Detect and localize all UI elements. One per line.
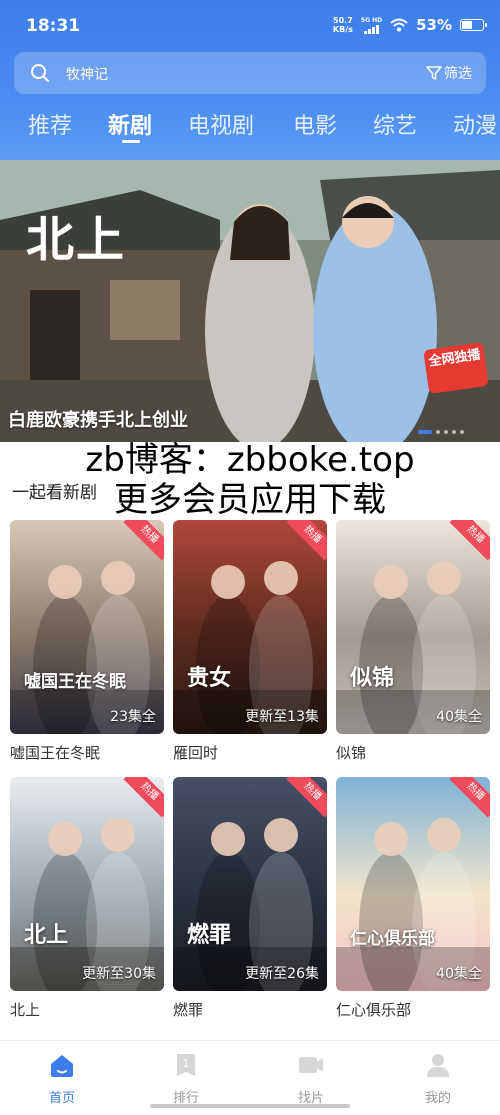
drama-poster[interactable]: 仁心俱乐部 热播 40集全: [336, 777, 490, 991]
tab-tv-series[interactable]: 电视剧: [188, 108, 254, 140]
wifi-icon: [390, 18, 408, 32]
exclusive-badge: 全网独播: [423, 342, 489, 394]
drama-poster[interactable]: 嘘国王在冬眠 热播 23集全: [10, 520, 164, 734]
episode-count: 更新至13集: [245, 709, 319, 725]
battery-icon: [460, 19, 487, 31]
poster-artwork: [173, 777, 327, 991]
banner-dot: [444, 430, 448, 434]
nav-home[interactable]: 首页: [27, 1051, 97, 1106]
search-bar[interactable]: 牧神记 筛选: [14, 52, 486, 94]
search-icon: [31, 64, 49, 82]
poster-artwork: [336, 777, 490, 991]
nav-discover[interactable]: 找片: [276, 1051, 346, 1106]
poster-title-art: 嘘国王在冬眠: [24, 672, 126, 692]
network-speed-value: 50.7: [333, 16, 353, 25]
tab-movies[interactable]: 电影: [293, 108, 337, 140]
nav-ranking[interactable]: 1 排行: [151, 1051, 221, 1106]
episode-count: 更新至26集: [245, 966, 319, 982]
profile-icon: [427, 1054, 449, 1077]
tab-recommend[interactable]: 推荐: [28, 108, 72, 140]
drama-card[interactable]: 燃罪 热播 更新至26集 燃罪: [173, 777, 327, 1020]
drama-poster[interactable]: 北上 热播 更新至30集: [10, 777, 164, 991]
drama-poster[interactable]: 燃罪 热播 更新至26集: [173, 777, 327, 991]
drama-poster[interactable]: 贵女 热播 更新至13集: [173, 520, 327, 734]
drama-title[interactable]: 似锦: [336, 742, 490, 763]
banner-dot: [418, 430, 432, 434]
search-placeholder[interactable]: 牧神记: [66, 64, 108, 84]
drama-title[interactable]: 北上: [10, 999, 164, 1020]
status-bar: 18:31 50.7 KB/s 5G HD 53%: [0, 0, 500, 44]
drama-card[interactable]: 贵女 热播 更新至13集雁回时: [173, 520, 327, 763]
battery-percent: 53%: [416, 16, 452, 34]
status-time: 18:31: [26, 16, 81, 36]
poster-title-art: 仁心俱乐部: [350, 929, 435, 949]
header-area: 18:31 50.7 KB/s 5G HD 53% 牧神记 筛选 推荐 新剧 电…: [0, 0, 500, 160]
drama-title[interactable]: 嘘国王在冬眠: [10, 742, 164, 763]
nav-profile[interactable]: 我的: [403, 1051, 473, 1106]
status-indicators: 50.7 KB/s 5G HD 53%: [333, 14, 487, 36]
filter-button[interactable]: 筛选: [426, 62, 472, 84]
drama-card[interactable]: 仁心俱乐部 热播 40集全 仁心俱乐部: [336, 777, 490, 1020]
featured-banner[interactable]: 北上 全网独播 白鹿欧豪携手北上创业: [0, 160, 500, 442]
network-speed: 50.7 KB/s: [333, 16, 353, 34]
banner-dot: [452, 430, 456, 434]
signal-label: 5G HD: [360, 16, 383, 24]
banner-dot: [460, 430, 464, 434]
svg-text:1: 1: [183, 1057, 190, 1070]
tab-variety[interactable]: 综艺: [373, 108, 417, 140]
tab-anime[interactable]: 动漫: [453, 108, 497, 140]
drama-poster[interactable]: 似锦 热播 40集全: [336, 520, 490, 734]
nav-home-label: 首页: [48, 1091, 75, 1106]
drama-title[interactable]: 仁心俱乐部: [336, 999, 490, 1020]
category-tabs: 推荐 新剧 电视剧 电影 综艺 动漫: [0, 104, 500, 144]
filter-label: 筛选: [444, 66, 472, 82]
battery-fill: [462, 21, 473, 29]
poster-artwork: [173, 520, 327, 734]
filter-icon: [426, 66, 442, 80]
cellular-signal-icon: 5G HD: [361, 17, 382, 34]
poster-artwork: [336, 520, 490, 734]
home-indicator: [150, 1104, 350, 1108]
poster-title-art: 贵女: [187, 665, 232, 691]
drama-title[interactable]: 雁回时: [173, 742, 327, 763]
episode-count: 23集全: [110, 709, 156, 725]
drama-card[interactable]: 似锦 热播 40集全 似锦: [336, 520, 490, 763]
banner-title: 白鹿欧豪携手北上创业: [8, 410, 188, 431]
poster-title-art: 似锦: [350, 665, 395, 691]
drama-card[interactable]: 北上 热播 更新至30集 北上: [10, 777, 164, 1020]
nav-profile-label: 我的: [424, 1091, 451, 1106]
banner-dot: [436, 430, 440, 434]
poster-title-art: 燃罪: [187, 922, 232, 948]
banner-pagination: [418, 430, 464, 434]
episode-count: 40集全: [436, 709, 482, 725]
home-icon: [51, 1055, 73, 1077]
poster-artwork: [10, 520, 164, 734]
episode-count: 更新至30集: [82, 966, 156, 982]
active-tab-indicator: [122, 140, 140, 143]
watermark-line1: zb博客：zbboke.top: [85, 440, 415, 480]
poster-title-art: 北上: [24, 922, 69, 948]
video-icon: [299, 1057, 323, 1073]
network-speed-unit: KB/s: [332, 25, 353, 34]
drama-title[interactable]: 燃罪: [173, 999, 327, 1020]
section-title: 一起看新剧: [12, 483, 97, 503]
episode-count: 40集全: [436, 966, 482, 982]
ranking-icon: 1: [177, 1054, 195, 1076]
banner-calligraphy: 北上: [26, 212, 127, 268]
tab-new-drama[interactable]: 新剧: [108, 108, 152, 140]
drama-card[interactable]: 嘘国王在冬眠 热播 23集全 嘘国王在冬眠: [10, 520, 164, 763]
poster-artwork: [10, 777, 164, 991]
